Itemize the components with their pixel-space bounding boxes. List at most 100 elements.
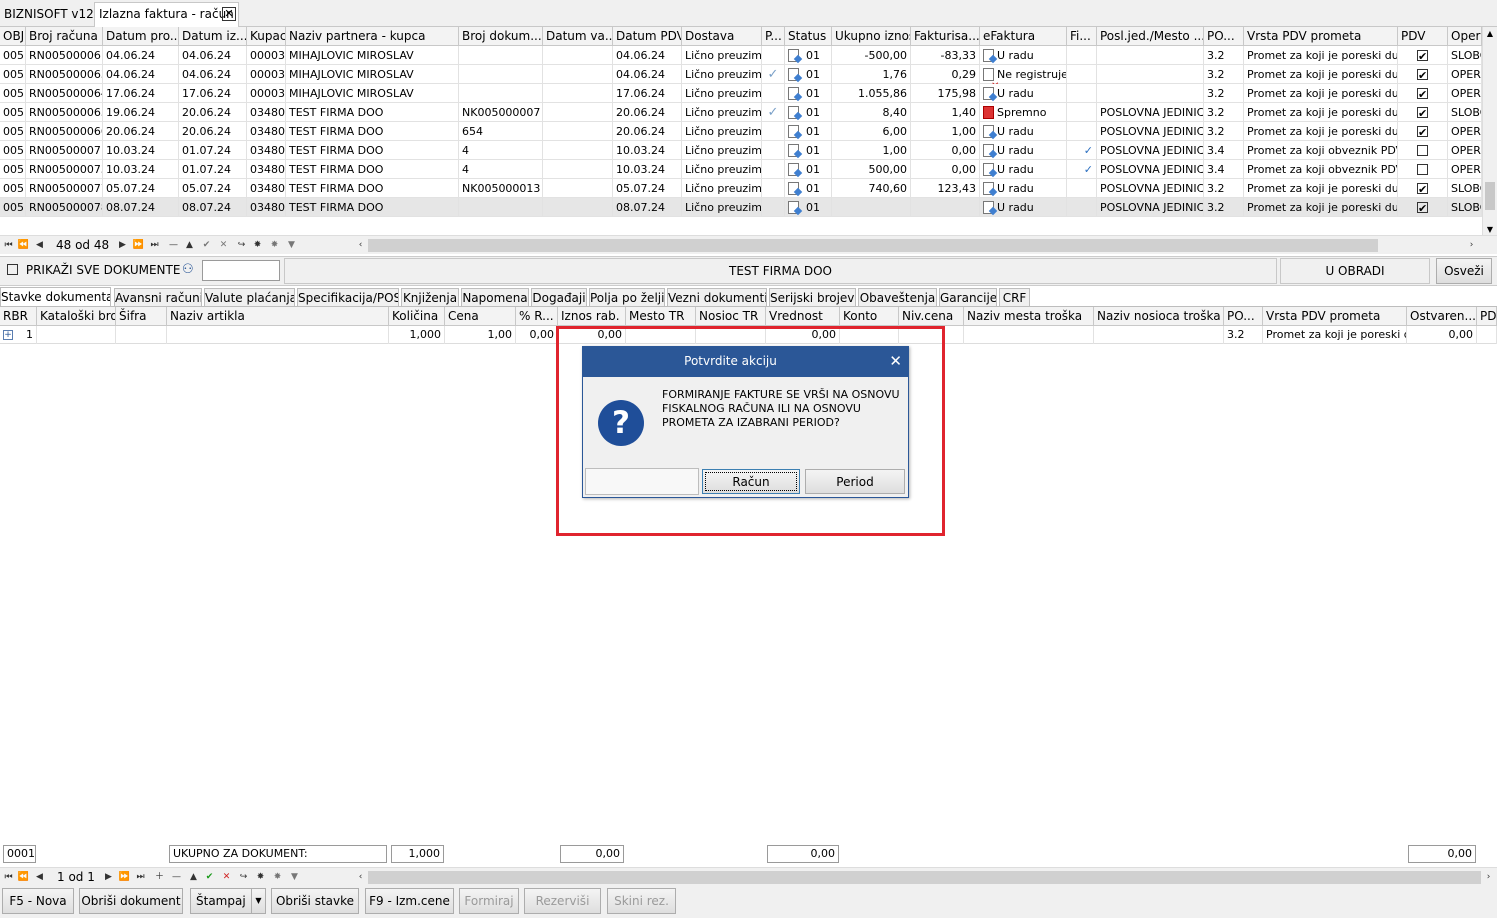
items-horizontal-scroll-thumb[interactable] [368, 871, 1481, 884]
items-column-sifra[interactable]: Šifra [116, 307, 167, 326]
column-header-po[interactable]: PO... [1204, 27, 1244, 46]
items-column-naziv[interactable]: Naziv artikla [167, 307, 389, 326]
items-first-icon[interactable]: ⏮ [2, 868, 15, 886]
invoice-row[interactable]: 005 RN005000064 17.06.24 17.06.24 00003 MIHAJ… [0, 84, 1482, 103]
invoice-row[interactable]: 005 RN005000065 19.06.24 20.06.24 03480 TEST … [0, 103, 1482, 122]
tab-3[interactable]: Specifikacija/POS [297, 288, 399, 307]
tab-10[interactable]: Obaveštenja [858, 288, 937, 307]
pdv-checkbox[interactable] [1398, 46, 1448, 65]
vertical-scrollbar[interactable]: ▲ ▼ [1482, 27, 1497, 237]
pdv-checkbox[interactable] [1398, 179, 1448, 198]
invoice-row[interactable]: 005 RN005000077 05.07.24 05.07.24 03480 TEST … [0, 179, 1482, 198]
column-header-obj[interactable]: OBJ [0, 27, 26, 46]
items-goto-bookmark-icon[interactable]: ✸ [271, 868, 284, 886]
tab-4[interactable]: Knjiženja [401, 288, 459, 307]
tab-1[interactable]: Avansni računi [114, 288, 202, 307]
pdv-checkbox-box[interactable] [1417, 163, 1428, 175]
pdv-checkbox-box[interactable] [1417, 180, 1428, 198]
items-column-vrsta[interactable]: Vrsta PDV prometa [1263, 307, 1407, 326]
tab-7[interactable]: Polja po želji [589, 288, 665, 307]
scroll-up-icon[interactable]: ▲ [1483, 27, 1497, 41]
items-column-vrednost[interactable]: Vrednost [766, 307, 840, 326]
pdv-checkbox[interactable] [1398, 84, 1448, 103]
scroll-thumb[interactable] [1485, 182, 1495, 210]
show-all-checkbox[interactable]: PRIKAŽI SVE DOKUMENTE [7, 263, 180, 277]
invoice-row[interactable]: 005 RN005000071 10.03.24 01.07.24 03480 TEST … [0, 141, 1482, 160]
items-next-icon[interactable]: ▶ [102, 868, 115, 886]
tab-8[interactable]: Vezni dokumenti [667, 288, 767, 307]
invoice-row[interactable]: 005 RN005000063 04.06.24 04.06.24 00003 MIHAJ… [0, 65, 1482, 84]
close-tab-icon[interactable]: ✕ [222, 7, 236, 21]
column-header-efakt[interactable]: eFaktura [980, 27, 1067, 46]
items-column-rab[interactable]: % R... [516, 307, 558, 326]
column-header-fi[interactable]: Fi... [1067, 27, 1097, 46]
items-column-iznos_rab[interactable]: Iznos rab. [558, 307, 626, 326]
pdv-checkbox-box[interactable] [1417, 85, 1428, 103]
show-all-checkbox-box[interactable] [7, 264, 18, 275]
pdv-checkbox[interactable] [1398, 122, 1448, 141]
column-header-fakt[interactable]: Fakturisa... [911, 27, 980, 46]
invoice-row[interactable]: 005 RN005000061 04.06.24 04.06.24 00003 MIHAJ… [0, 46, 1482, 65]
column-header-broj[interactable]: Broj računa [26, 27, 103, 46]
invoice-row[interactable]: 005 RN005000078 08.07.24 08.07.24 03480 TEST … [0, 198, 1482, 217]
items-scroll-right-icon[interactable]: › [1482, 868, 1495, 886]
horizontal-scroll-thumb[interactable] [368, 239, 1378, 252]
tab-11[interactable]: Garancije [939, 288, 997, 307]
first-record-icon[interactable]: ⏮ [2, 236, 15, 254]
items-prev-page-icon[interactable]: ⏪ [17, 868, 30, 886]
items-edit-icon[interactable]: ▲ [187, 868, 200, 886]
document-tab[interactable]: Izlazna faktura - račun ✕ [94, 2, 239, 27]
items-column-kat[interactable]: Kataloški broj [37, 307, 116, 326]
items-refresh-icon[interactable]: ↪ [237, 868, 250, 886]
items-bookmark-icon[interactable]: ✸ [254, 868, 267, 886]
items-column-nosioc[interactable]: Nosioc TR [696, 307, 766, 326]
edit-record-icon[interactable]: ▲ [183, 236, 196, 254]
next-record-icon[interactable]: ▶ [116, 236, 129, 254]
pdv-checkbox[interactable] [1398, 103, 1448, 122]
column-header-p[interactable]: P... [762, 27, 785, 46]
items-next-page-icon[interactable]: ⏩ [118, 868, 131, 886]
reserve-button[interactable]: Rezerviši [524, 888, 601, 914]
column-header-posl[interactable]: Posl.jed./Mesto ... [1097, 27, 1204, 46]
print-button[interactable]: Štampaj ▼ [190, 888, 266, 914]
items-column-kolicina[interactable]: Količina [389, 307, 445, 326]
invoice-row[interactable]: 005 RN005000066 20.06.24 20.06.24 03480 TEST … [0, 122, 1482, 141]
items-column-po[interactable]: PO... [1224, 307, 1263, 326]
items-column-konto[interactable]: Konto [840, 307, 899, 326]
refresh-record-icon[interactable]: ↪ [235, 236, 248, 254]
column-header-oper[interactable]: Oper [1448, 27, 1482, 46]
items-column-mesto[interactable]: Mesto TR [626, 307, 696, 326]
scroll-left-icon[interactable]: ‹ [354, 236, 367, 254]
items-prev-icon[interactable]: ◀ [33, 868, 46, 886]
binoculars-icon[interactable]: ⚇ [182, 262, 194, 278]
items-column-cena[interactable]: Cena [445, 307, 516, 326]
items-column-nmt[interactable]: Naziv mesta troška [964, 307, 1094, 326]
column-header-vrsta[interactable]: Vrsta PDV prometa [1244, 27, 1398, 46]
column-header-dostava[interactable]: Dostava [682, 27, 762, 46]
pdv-checkbox-box[interactable] [1417, 66, 1428, 84]
tab-6[interactable]: Događaji [531, 288, 587, 307]
column-header-dpro[interactable]: Datum pro... [103, 27, 179, 46]
column-header-diz[interactable]: Datum iz... [179, 27, 247, 46]
tab-2[interactable]: Valute plaćanja [204, 288, 295, 307]
period-button[interactable]: Period [805, 469, 905, 494]
tab-12[interactable]: CRF [999, 288, 1030, 307]
expand-row-icon[interactable]: + [3, 330, 13, 340]
filter-icon[interactable]: ▼ [285, 236, 298, 254]
delete-record-icon[interactable]: — [167, 236, 180, 254]
next-page-icon[interactable]: ⏩ [132, 236, 145, 254]
pdv-checkbox[interactable] [1398, 160, 1448, 179]
column-header-kupac[interactable]: Kupac [247, 27, 286, 46]
change-price-button[interactable]: F9 - Izm.cene [365, 888, 454, 914]
delete-document-button[interactable]: Obriši dokument [79, 888, 183, 914]
pdv-checkbox[interactable] [1398, 198, 1448, 217]
search-input[interactable] [202, 260, 280, 281]
items-last-icon[interactable]: ⏭ [134, 868, 147, 886]
items-cancel-icon[interactable]: ✕ [220, 868, 233, 886]
column-header-dpdv[interactable]: Datum PDV [613, 27, 682, 46]
column-header-ukupno[interactable]: Ukupno iznos [832, 27, 911, 46]
items-column-nnt[interactable]: Naziv nosioca troška [1094, 307, 1224, 326]
pdv-checkbox-box[interactable] [1417, 144, 1428, 156]
items-delete-icon[interactable]: — [170, 868, 183, 886]
scroll-right-icon[interactable]: › [1465, 236, 1478, 254]
